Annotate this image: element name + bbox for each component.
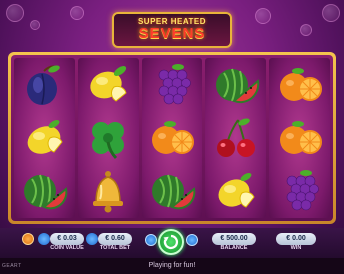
slot-game: SUPER HEATED SEVENS € 0.03 COIN VALUE € … — [0, 0, 344, 274]
reel-2 — [77, 58, 139, 218]
watermelon-icon — [212, 61, 260, 109]
bell-icon — [84, 167, 132, 215]
orange-icon — [276, 61, 324, 109]
reel-5 — [269, 58, 330, 218]
total-bet-display: € 0.60 — [98, 233, 132, 245]
lemon-icon — [84, 61, 132, 109]
grapes-icon — [276, 167, 324, 215]
play-mode-status: Playing for fun! — [148, 262, 196, 269]
reel-4 — [205, 58, 267, 218]
lemon-icon — [20, 114, 68, 162]
win-label: WIN — [290, 245, 302, 251]
balance-display: € 500.00 — [212, 233, 256, 245]
orange-icon — [148, 114, 196, 162]
game-logo: SUPER HEATED SEVENS — [112, 12, 232, 48]
cherries-icon — [212, 114, 260, 162]
background-bubble — [30, 20, 40, 30]
background-bubble — [6, 4, 24, 22]
background-bubble — [300, 24, 312, 36]
coin-value-label: COIN VALUE — [50, 245, 84, 251]
watermelon-icon — [148, 167, 196, 215]
total-bet-label: TOTAL BET — [99, 245, 131, 251]
background-bubble — [255, 8, 271, 24]
win-display: € 0.00 — [276, 233, 316, 245]
grapes-icon — [148, 61, 196, 109]
balance-label: BALANCE — [220, 245, 248, 251]
background-bubble — [70, 6, 84, 20]
orange-icon — [276, 114, 324, 162]
watermelon-icon — [20, 167, 68, 215]
lemon-icon — [212, 167, 260, 215]
coin-value-decrease-button[interactable] — [38, 233, 50, 245]
spin-icon — [163, 234, 179, 250]
autoplay-button[interactable] — [145, 234, 157, 246]
background-bubble — [322, 4, 340, 22]
menu-button[interactable] — [22, 233, 34, 245]
turbo-button[interactable] — [186, 234, 198, 246]
coin-value-display: € 0.03 — [50, 233, 84, 245]
spin-button[interactable] — [158, 229, 184, 255]
logo-title-main: SEVENS — [138, 25, 206, 42]
reel-frame — [8, 52, 336, 224]
reel-3 — [141, 58, 203, 218]
plum-icon — [20, 61, 68, 109]
total-bet-decrease-button[interactable] — [86, 233, 98, 245]
clover-icon — [84, 114, 132, 162]
reel-area — [11, 55, 333, 221]
reel-1 — [14, 58, 75, 218]
